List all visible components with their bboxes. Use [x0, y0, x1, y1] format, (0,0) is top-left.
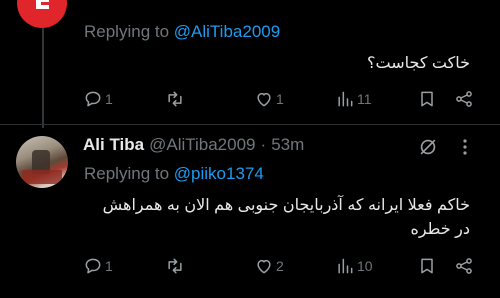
bookmark-button[interactable]: [417, 256, 437, 276]
bookmark-button[interactable]: [417, 89, 437, 109]
user-handle[interactable]: @AliTiba2009: [149, 135, 255, 155]
display-name[interactable]: Ali Tiba: [83, 135, 144, 155]
share-icon: [456, 91, 472, 107]
bookmark-icon: [421, 91, 433, 107]
like-button[interactable]: 2: [254, 256, 284, 276]
retweet-icon: [168, 91, 182, 107]
like-icon: [257, 92, 271, 107]
replying-to: Replying to @AliTiba2009: [84, 22, 281, 41]
replying-to: Replying to @piiko1374: [84, 164, 264, 183]
like-icon: [257, 259, 271, 274]
tweet-header: Ali Tiba @AliTiba2009 · 53m: [83, 135, 304, 155]
divider: [0, 124, 500, 125]
tweet-actions: 1 1 11: [0, 87, 500, 111]
mention-link[interactable]: @piiko1374: [174, 164, 264, 183]
like-button[interactable]: 1: [254, 89, 284, 109]
tweet-text-line: در خطره: [410, 221, 470, 238]
reply-icon: [85, 258, 101, 274]
share-button[interactable]: [454, 89, 474, 109]
block-icon: [420, 139, 436, 155]
bookmark-icon: [421, 258, 433, 274]
share-button[interactable]: [454, 256, 474, 276]
mention-link[interactable]: @AliTiba2009: [174, 22, 280, 41]
thread-line: [42, 28, 44, 128]
retweet-button[interactable]: [165, 256, 187, 276]
views-icon: [338, 258, 353, 274]
reply-button[interactable]: 1: [83, 89, 113, 109]
views-icon: [338, 91, 353, 107]
retweet-button[interactable]: [165, 89, 187, 109]
more-button[interactable]: [462, 138, 468, 156]
avatar[interactable]: [16, 136, 68, 188]
tweet-actions: 1 2 10: [0, 254, 500, 278]
avatar[interactable]: [17, 0, 67, 28]
views-button[interactable]: 10: [335, 256, 373, 276]
share-icon: [456, 258, 472, 274]
tweet-text-line: خاکم فعلا ایرانه که آذربایجان جنوبی هم ا…: [102, 197, 470, 214]
reply-button[interactable]: 1: [83, 256, 113, 276]
views-button[interactable]: 11: [335, 89, 372, 109]
block-button[interactable]: [417, 136, 439, 158]
reply-icon: [85, 91, 101, 107]
tweet-text: خاکم فعلا ایرانه که آذربایجان جنوبی هم ا…: [70, 194, 470, 242]
timestamp[interactable]: 53m: [271, 135, 304, 155]
retweet-icon: [168, 258, 182, 274]
tweet-text: خاکت کجاست؟: [367, 55, 470, 72]
separator: ·: [260, 135, 267, 154]
more-icon: [463, 139, 467, 155]
